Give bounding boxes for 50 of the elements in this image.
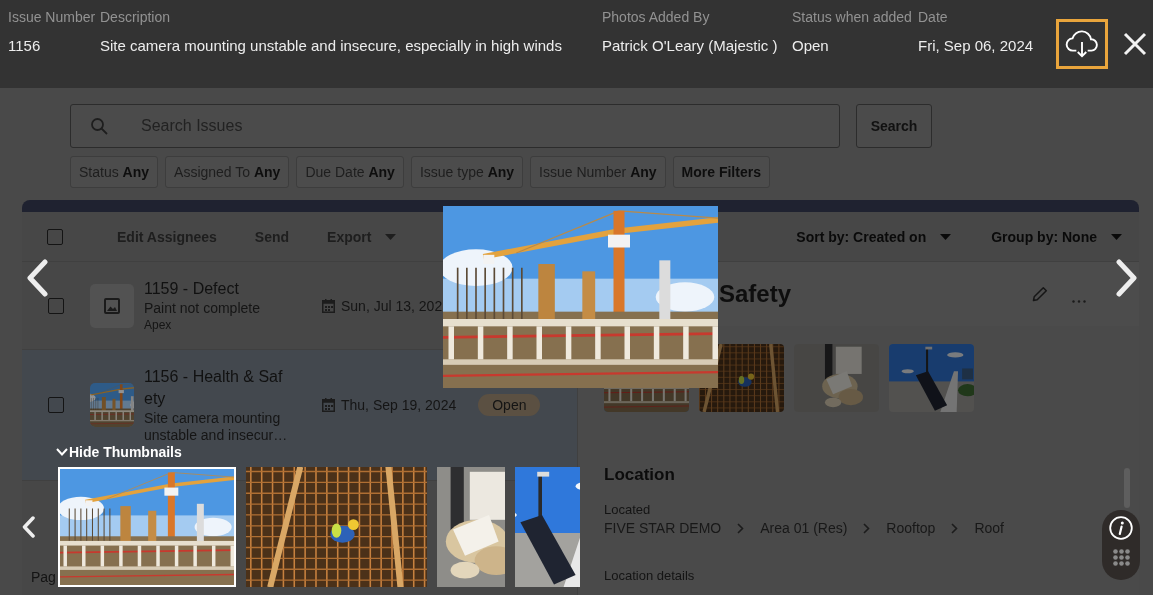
chevron-right-icon [863,522,871,534]
photo-thumbnail[interactable] [437,467,505,587]
photo-thumbnail[interactable] [246,467,427,587]
chevron-down-icon [56,448,68,456]
checkbox[interactable] [48,297,64,314]
field-value: Fri, Sep 06, 2024 [918,36,1035,56]
photo-thumbnail[interactable] [515,467,580,587]
thumbnails-toggle[interactable]: Hide Thumbnails [56,443,182,461]
chevron-left-icon[interactable] [22,516,35,538]
column-header: Status when added [792,8,913,26]
download-button[interactable] [1056,19,1108,69]
info-icon[interactable] [1109,516,1133,540]
caret-icon [385,233,397,240]
dropdown-button[interactable]: Sort by: Created on [796,228,952,245]
due-date: Thu, Sep 19, 2024 [341,397,457,413]
field-value: Site camera mounting unstable and insecure, especially in high winds [100,36,563,56]
construction-photo [90,383,134,427]
search-icon [90,117,108,135]
dropdown-button[interactable]: Group by: None [991,228,1122,245]
chevron-right-icon [737,522,745,534]
detail-title: Safety [719,280,792,308]
issue-description: Site camera mounting unstable and insecur… [144,410,289,444]
image-icon [90,283,134,328]
close-icon[interactable] [1123,32,1147,56]
issue-title: 1156 - Health & Safety [144,367,284,409]
column-header: Issue Number [8,8,97,26]
calendar-icon [322,398,335,412]
field-value: Open [792,36,830,56]
status-badge: Open [478,394,541,416]
section-heading: Location [604,464,675,486]
field-value: 1156 [8,36,42,56]
photo-thumbnail[interactable] [58,467,236,587]
calendar-icon [322,298,335,313]
field-value: Patrick O'Leary (Majestic ) [602,36,779,56]
solar-panel-photo[interactable] [889,344,974,412]
caret-icon [940,233,952,240]
debris-photo[interactable] [794,344,879,412]
filter-button[interactable]: More Filters [672,156,770,188]
column-header: Photos Added By [602,8,711,26]
column-header: Description [100,8,172,26]
search-button[interactable]: Search [856,104,932,148]
caret-icon [1111,233,1122,240]
chevron-right-icon [951,522,959,534]
cloud-download-icon [1065,29,1099,59]
chevron-left-icon[interactable] [26,259,48,297]
checkbox[interactable] [47,228,63,245]
column-header: Date [918,8,949,26]
grid-icon[interactable] [1112,549,1130,566]
chevron-right-icon[interactable] [1116,259,1138,297]
checkbox[interactable] [48,397,64,413]
